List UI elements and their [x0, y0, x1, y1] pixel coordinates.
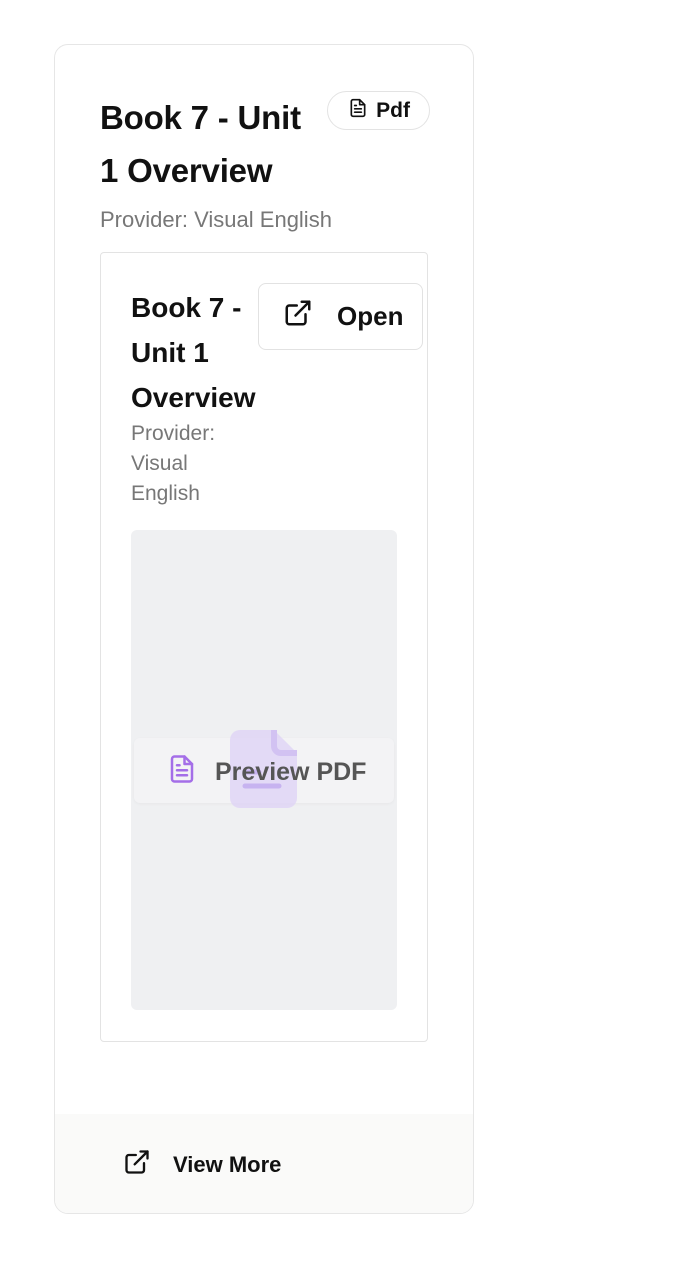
external-link-icon [283, 298, 313, 335]
view-more-link[interactable]: View More [123, 1148, 281, 1182]
card-title: Book 7 - Unit 1 Overview [100, 99, 301, 189]
external-link-icon [123, 1148, 151, 1182]
view-more-label: View More [173, 1152, 282, 1177]
resource-item-provider: Provider: Visual English [131, 422, 216, 505]
file-text-icon [348, 97, 368, 125]
open-button-label: Open [337, 301, 404, 331]
pdf-preview-area[interactable]: Preview PDF [131, 530, 397, 1010]
pdf-badge: Pdf [327, 91, 430, 130]
open-button[interactable]: Open [258, 283, 423, 350]
resource-item-title: Book 7 - Unit 1 Overview [131, 292, 256, 413]
card-footer: View More [55, 1114, 473, 1213]
file-text-icon [167, 752, 197, 793]
preview-pdf-label: Preview PDF [215, 757, 367, 786]
resource-item: Book 7 - Unit 1 Overview Provider: Visua… [100, 252, 428, 1042]
pdf-badge-label: Pdf [376, 98, 410, 122]
card-provider: Provider: Visual English [100, 207, 332, 232]
preview-pdf-button[interactable]: Preview PDF [167, 748, 366, 796]
resource-card: Book 7 - Unit 1 Overview Pdf Provider: V… [54, 44, 474, 1214]
card-header: Book 7 - Unit 1 Overview Pdf [100, 91, 430, 197]
